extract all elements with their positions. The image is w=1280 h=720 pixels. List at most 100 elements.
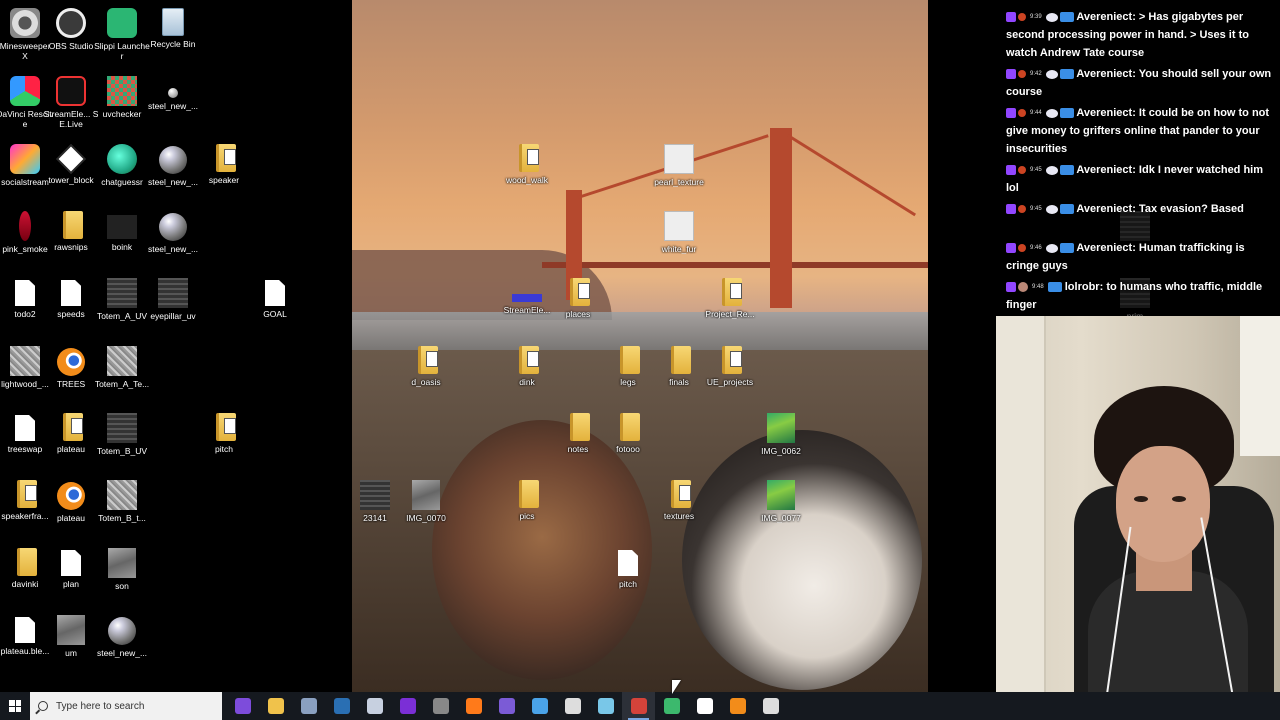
desktop-icon-label: Totem_A_Te... xyxy=(94,379,150,389)
desktop-icon-label: speeds xyxy=(57,309,85,319)
chat-timestamp: 9:48 xyxy=(1032,284,1044,291)
desktop-icon[interactable]: dink xyxy=(498,342,556,408)
desktop-icon[interactable]: steel_new_... xyxy=(144,140,202,206)
desktop-icon[interactable]: IMG_0070 xyxy=(397,476,455,542)
desktop-icon[interactable]: steel_new_... xyxy=(93,611,151,677)
folder-icon xyxy=(570,413,590,441)
desktop-icon-label: plan xyxy=(62,579,80,589)
taskbar-app-button[interactable] xyxy=(721,692,754,720)
taskbar-app-button[interactable] xyxy=(556,692,589,720)
folder-icon xyxy=(620,346,640,374)
desktop-icon[interactable]: Totem_B_t... xyxy=(93,476,151,542)
chat-timestamp: 9:46 xyxy=(1030,245,1042,252)
taskbar-app-button[interactable] xyxy=(226,692,259,720)
desktop-icon[interactable]: speeds xyxy=(42,274,100,340)
taskbar-app-button[interactable] xyxy=(490,692,523,720)
chat-username: Avereniect xyxy=(1073,68,1133,80)
search-placeholder: Type here to search xyxy=(56,700,145,712)
taskbar-app-button[interactable] xyxy=(325,692,358,720)
folder-icon xyxy=(17,480,37,508)
taskbar-app-button[interactable] xyxy=(292,692,325,720)
taskbar-app-button[interactable] xyxy=(457,692,490,720)
folder-icon xyxy=(722,278,742,306)
blender-icon xyxy=(729,698,746,714)
twitch-icon xyxy=(1006,69,1016,80)
taskbar-app-button[interactable] xyxy=(754,692,787,720)
chat-message: 9:39 Avereniect: > Has gigabytes per sec… xyxy=(1006,8,1274,62)
desktop-icon[interactable]: Totem_A_UV xyxy=(93,274,151,340)
taskbar-app-button[interactable] xyxy=(523,692,556,720)
desktop-icon[interactable]: pitch xyxy=(195,409,253,475)
badge-icon xyxy=(1045,108,1058,118)
app6-icon xyxy=(762,698,779,714)
search-icon xyxy=(38,701,48,711)
desktop-icon[interactable]: places xyxy=(549,274,607,340)
obs-icon xyxy=(399,698,416,714)
chat-username: lolrobr xyxy=(1061,281,1100,293)
desktop-icon[interactable]: StreamEle... xyxy=(498,274,556,340)
taskbar-app-button[interactable] xyxy=(688,692,721,720)
desktop-icon[interactable]: Project_Re... xyxy=(701,274,759,340)
checker-icon xyxy=(107,76,137,106)
desktop-icon[interactable]: um xyxy=(42,611,100,677)
desktop-icon[interactable]: Slippi Launcher xyxy=(93,4,151,70)
taskbar-app-button[interactable] xyxy=(589,692,622,720)
avatar-icon xyxy=(1018,282,1028,293)
taskbar-app-button[interactable] xyxy=(358,692,391,720)
desktop-icon[interactable]: boink xyxy=(93,207,151,273)
desktop-icon[interactable]: 23141 xyxy=(346,476,404,542)
desktop-icon[interactable]: textures xyxy=(650,476,708,542)
folder-icon xyxy=(671,480,691,508)
taskbar-app-button[interactable] xyxy=(655,692,688,720)
desktop-icon[interactable]: plan xyxy=(42,544,100,610)
desktop-icon-label: legs xyxy=(620,377,636,387)
desktop-icon[interactable]: TREES xyxy=(42,342,100,408)
folder-icon xyxy=(519,480,539,508)
desktop-icon[interactable]: IMG_0077 xyxy=(752,476,810,542)
taskbar-app-button[interactable] xyxy=(259,692,292,720)
desktop-icon[interactable]: uvchecker xyxy=(93,72,151,138)
desktop-icon[interactable]: son xyxy=(93,544,151,610)
taskbar-app-button[interactable] xyxy=(622,692,655,720)
desktop-icon[interactable]: steel_new_... xyxy=(144,207,202,273)
desktop-icon[interactable]: pitch xyxy=(599,544,657,610)
photo-icon xyxy=(767,413,795,443)
desktop-icon[interactable]: fotooo xyxy=(599,409,657,475)
chat-message: 9:42 Avereniect: You should sell your ow… xyxy=(1006,65,1274,101)
start-button[interactable] xyxy=(0,692,30,720)
taskbar-search-box[interactable]: Type here to search xyxy=(30,692,222,720)
darktex-icon xyxy=(360,480,390,510)
desktop-icon[interactable]: UE_projects xyxy=(701,342,759,408)
desktop-icon[interactable]: pearl_texture xyxy=(650,140,708,206)
desktop-icon[interactable]: chatguessr xyxy=(93,140,151,206)
desktop-icon[interactable]: Recycle Bin xyxy=(144,4,202,70)
taskbar-app-button[interactable] xyxy=(424,692,457,720)
desktop-icon-label: IMG_0077 xyxy=(761,513,801,523)
desktop-icon[interactable]: plateau xyxy=(42,476,100,542)
desktop-icon[interactable]: tower_block xyxy=(42,140,100,206)
badge-icon xyxy=(1045,165,1058,175)
desktop-icon[interactable]: rawsnips xyxy=(42,207,100,273)
desktop-icon[interactable]: finals xyxy=(650,342,708,408)
desktop-icon[interactable]: Totem_B_UV xyxy=(93,409,151,475)
desktop-icon[interactable]: eyepillar_uv xyxy=(144,274,202,340)
desktop-icon[interactable]: plateau xyxy=(42,409,100,475)
crown-badge-icon xyxy=(1059,204,1074,215)
desktop-icon[interactable]: d_oasis xyxy=(397,342,455,408)
desktop-icon[interactable]: Totem_A_Te... xyxy=(93,342,151,408)
desktop-icon[interactable]: IMG_0062 xyxy=(752,409,810,475)
desktop-icon[interactable]: white_fur xyxy=(650,207,708,273)
desktop-icon[interactable]: GOAL xyxy=(246,274,304,340)
webcam-person-face xyxy=(1116,446,1210,562)
bridge-roadway xyxy=(542,262,928,268)
desktop-icon[interactable]: steel_new_... xyxy=(144,72,202,138)
obs2-icon xyxy=(564,698,581,714)
desktop-icon[interactable]: wood_walk xyxy=(498,140,556,206)
desktop-icon[interactable]: StreamEle... SE.Live xyxy=(42,72,100,138)
desktop-icon[interactable]: speaker xyxy=(195,140,253,206)
desktop-icon[interactable]: pics xyxy=(498,476,556,542)
taskbar-app-button[interactable] xyxy=(391,692,424,720)
desktop-icon[interactable]: legs xyxy=(599,342,657,408)
desktop-icon[interactable]: OBS Studio xyxy=(42,4,100,70)
chat-username: Avereniect xyxy=(1073,242,1133,254)
